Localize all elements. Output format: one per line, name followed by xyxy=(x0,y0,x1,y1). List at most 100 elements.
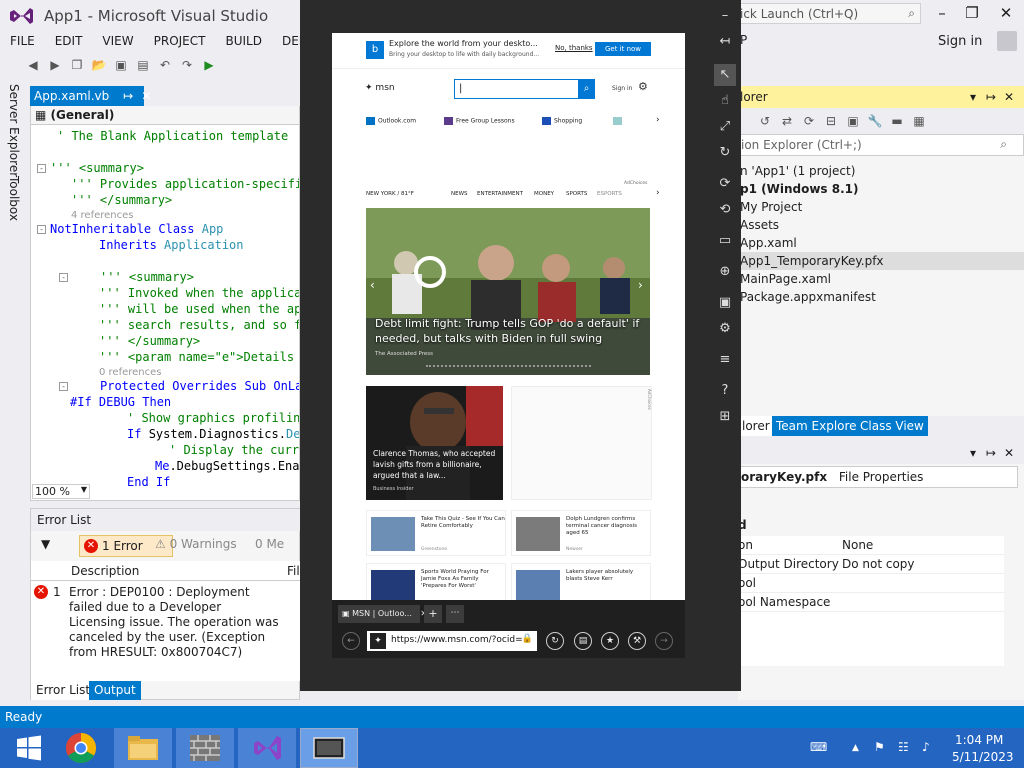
show-hidden-icons-chevron[interactable]: ▲ xyxy=(852,743,859,753)
story-card[interactable]: Clarence Thomas, who accepted lavish gif… xyxy=(366,386,503,500)
quick-launch-input[interactable]: ick Launch (Ctrl+Q) ⌕ xyxy=(735,3,921,24)
tools-button[interactable]: ⚒ xyxy=(628,632,646,650)
tree-item-temporary-key[interactable]: App1_TemporaryKey.pfx xyxy=(740,252,1024,270)
minimize-icon[interactable]: – xyxy=(714,5,736,27)
web-search-input[interactable]: | xyxy=(454,79,594,99)
tree-item-manifest[interactable]: Package.appxmanifest xyxy=(740,288,876,306)
app-taskbar-button[interactable] xyxy=(176,728,234,768)
error-row[interactable]: ✕ 1 Error : DEP0100 : Deployment failed … xyxy=(31,581,301,681)
preview-icon[interactable]: ▬ xyxy=(889,113,905,129)
zoom-dropdown[interactable]: 100 % ▼ xyxy=(32,484,90,499)
sync-icon[interactable]: ⇄ xyxy=(779,113,795,129)
screenshot-icon[interactable]: ▣ xyxy=(714,292,736,314)
browser-tab[interactable]: ▣ MSN | Outloo... ✕ xyxy=(338,605,427,623)
search-button[interactable]: ⌕ xyxy=(578,79,595,99)
resolution-icon[interactable]: ▭ xyxy=(714,230,736,252)
tree-item-solution[interactable]: n 'App1' (1 project) xyxy=(740,162,855,180)
action-center-icon[interactable]: ⚑ xyxy=(874,740,885,754)
nav-sports[interactable]: SPORTS xyxy=(566,191,587,197)
filter-icon[interactable]: ▼ xyxy=(41,537,50,551)
code-editor[interactable]: ▦ (General) ' The Blank Application temp… xyxy=(30,106,300,501)
refresh-icon[interactable]: ⟳ xyxy=(801,113,817,129)
home-icon[interactable]: ↺ xyxy=(757,113,773,129)
tree-item-project[interactable]: p1 (Windows 8.1) xyxy=(740,180,858,198)
property-row[interactable]: Output Directory Do not copy xyxy=(738,555,1004,574)
menu-edit[interactable]: EDIT xyxy=(55,34,83,48)
pin-icon[interactable]: ↦ xyxy=(986,90,996,104)
menu-view[interactable]: VIEW xyxy=(102,34,133,48)
clock-date[interactable]: 5/11/2023 xyxy=(952,750,1014,764)
screenshot-settings-icon[interactable]: ⚙ xyxy=(714,318,736,340)
chevron-right-icon[interactable]: › xyxy=(656,188,660,198)
small-story-card[interactable]: Lakers player absolutely blasts Steve Ke… xyxy=(511,563,651,604)
visual-studio-taskbar-button[interactable] xyxy=(238,728,296,768)
mouse-mode-icon[interactable]: ↖ xyxy=(714,64,736,86)
collapse-icon[interactable]: - xyxy=(59,273,68,282)
network-icon[interactable]: ≡ xyxy=(714,349,736,371)
property-row[interactable]: ool Namespace xyxy=(738,593,1004,612)
redo-icon[interactable]: ↷ xyxy=(179,57,195,73)
ad-slot[interactable]: AdChoices xyxy=(511,386,652,500)
close-icon[interactable]: ✕ xyxy=(1004,446,1014,460)
msn-sign-in-link[interactable]: Sign in xyxy=(612,85,632,92)
close-icon[interactable]: ✕ xyxy=(1004,90,1014,104)
navigation-bar[interactable]: ▦ (General) xyxy=(31,106,299,125)
pinch-zoom-icon[interactable]: ⤢ xyxy=(714,116,736,138)
windows-start-icon[interactable]: ⊞ xyxy=(714,406,736,428)
menu-project[interactable]: PROJECT xyxy=(154,34,206,48)
properties-icon[interactable]: 🔧 xyxy=(867,113,883,129)
column-file[interactable]: Fil xyxy=(287,564,300,578)
nav-esports[interactable]: ESPORTS xyxy=(597,191,622,197)
menu-build[interactable]: BUILD xyxy=(225,34,261,48)
property-row[interactable]: on None xyxy=(738,536,1004,555)
start-debugging-icon[interactable]: ▶ xyxy=(201,57,217,73)
small-story-card[interactable]: Take This Quiz - See If You Can Retire C… xyxy=(366,510,506,556)
tab-error-list[interactable]: Error List xyxy=(31,681,96,700)
pin-icon[interactable]: ↦ xyxy=(123,89,133,103)
adchoices-label[interactable]: AdChoices xyxy=(624,181,647,186)
collapse-all-icon[interactable]: ⊟ xyxy=(823,113,839,129)
messages-filter-button[interactable]: 0 Me xyxy=(255,537,284,551)
tree-item-my-project[interactable]: My Project xyxy=(740,198,802,216)
settings-gear-icon[interactable]: ⚙ xyxy=(638,80,648,93)
sign-in-link[interactable]: Sign in xyxy=(938,34,982,49)
start-button[interactable] xyxy=(0,728,58,768)
chevron-right-icon[interactable]: › xyxy=(656,115,660,125)
carousel-dots[interactable] xyxy=(426,365,591,368)
nav-entertainment[interactable]: ENTERTAINMENT xyxy=(477,191,523,197)
toolbox-tab[interactable]: Toolbox xyxy=(7,176,21,221)
class-diagram-icon[interactable]: ▦ xyxy=(911,113,927,129)
tab-output[interactable]: Output xyxy=(89,681,141,700)
chrome-taskbar-button[interactable] xyxy=(52,728,110,768)
column-description[interactable]: Description xyxy=(71,564,139,578)
tab-solution-explorer[interactable]: lorer xyxy=(738,416,774,436)
weather-link[interactable]: NEW YORK / 81°F xyxy=(366,191,414,197)
favorite-button[interactable]: ★ xyxy=(601,632,619,650)
chevron-down-icon[interactable]: ▾ xyxy=(970,90,976,104)
always-on-top-icon[interactable]: ↤ xyxy=(714,31,736,53)
tab-class-view[interactable]: Class View xyxy=(856,416,928,436)
collapse-icon[interactable]: - xyxy=(37,164,46,173)
keyboard-icon[interactable]: ⌨ xyxy=(810,740,827,754)
small-story-card[interactable]: Sports World Praying For Jamie Foxx As F… xyxy=(366,563,506,604)
solution-search-input[interactable]: ion Explorer (Ctrl+;) ⌕ xyxy=(738,134,1024,156)
simulator-screen[interactable]: b Explore the world from your deskto... … xyxy=(332,33,685,658)
get-it-now-button[interactable]: Get it now xyxy=(595,42,651,56)
browser-forward-button[interactable]: → xyxy=(655,632,673,650)
location-icon[interactable]: ⊕ xyxy=(714,261,736,283)
tree-item-app-xaml[interactable]: App.xaml xyxy=(740,234,797,252)
rotate-clockwise-icon[interactable]: ⟳ xyxy=(714,173,736,195)
card-headline[interactable]: Clarence Thomas, who accepted lavish gif… xyxy=(373,448,501,481)
network-icon[interactable]: ☷ xyxy=(898,740,909,754)
close-tab-icon[interactable]: ✕ xyxy=(141,89,151,103)
properties-object-dropdown[interactable]: oraryKey.pfx File Properties xyxy=(738,466,1018,488)
open-file-icon[interactable]: 📂 xyxy=(91,57,107,73)
pin-icon[interactable]: ↦ xyxy=(986,446,996,460)
carousel-prev-icon[interactable]: ‹ xyxy=(370,278,375,292)
tab-team-explorer[interactable]: Team Explorer xyxy=(772,416,866,436)
server-explorer-tab[interactable]: Server Explorer xyxy=(7,84,21,177)
minimize-button[interactable]: – xyxy=(928,4,956,24)
maximize-button[interactable]: ❐ xyxy=(958,4,986,24)
carousel-next-icon[interactable]: › xyxy=(638,278,643,292)
menu-file[interactable]: FILE xyxy=(10,34,35,48)
